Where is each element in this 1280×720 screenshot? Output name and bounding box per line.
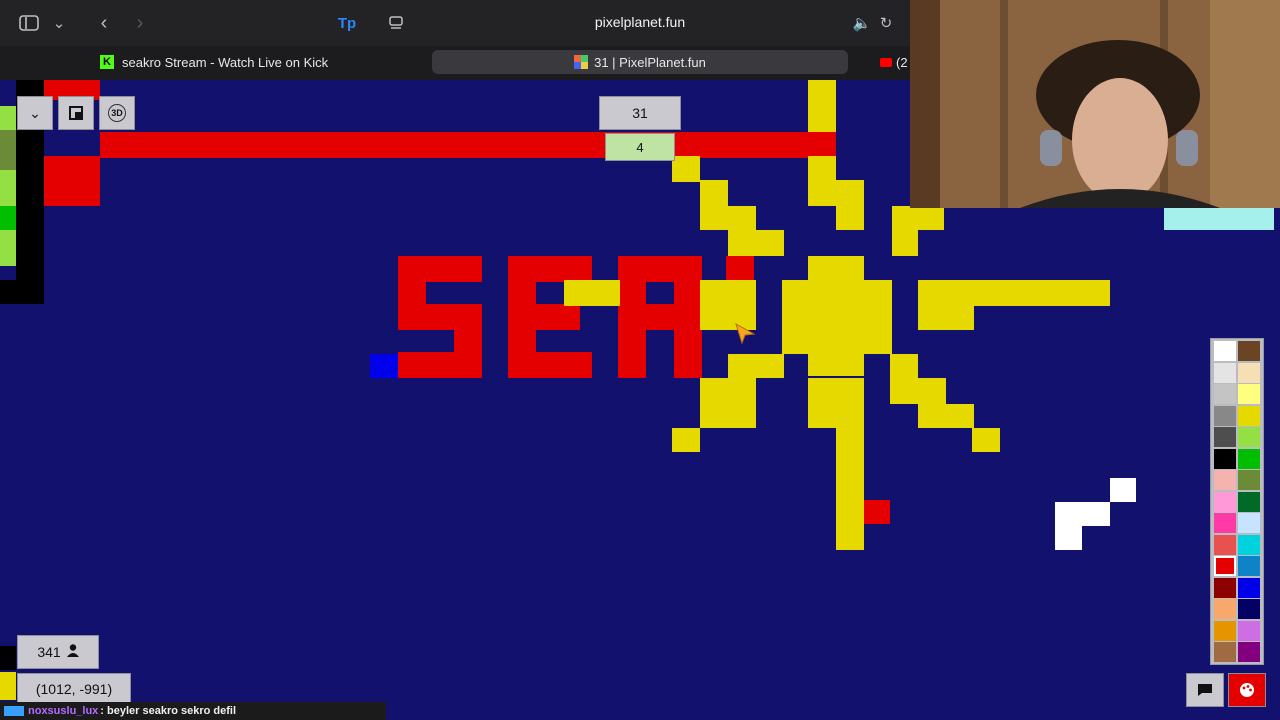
color-swatch[interactable] [1238,448,1260,469]
tab-label: 31 | PixelPlanet.fun [594,54,706,70]
online-users-count: 341 [37,644,61,660]
extension-icon[interactable]: Tp [337,12,357,34]
reader-icon[interactable] [386,13,406,33]
color-swatch[interactable] [1214,534,1236,555]
pixel-block [1164,208,1274,230]
chat-username: noxsuslu_lux [28,705,99,717]
color-swatch[interactable] [1238,362,1260,383]
color-swatch[interactable] [1238,534,1260,555]
color-swatch[interactable] [1214,491,1236,512]
color-swatch[interactable] [1238,556,1260,576]
chat-button[interactable] [1186,673,1224,707]
color-swatch[interactable] [1214,405,1236,426]
color-swatch[interactable] [1214,448,1236,469]
webcam-overlay [910,0,1280,208]
top-counter: 31 [599,96,681,130]
tab-label: seakro Stream - Watch Live on Kick [122,54,329,70]
color-swatch[interactable] [1238,384,1260,404]
tab-kick[interactable]: K seakro Stream - Watch Live on Kick [100,50,420,74]
pixel-block [0,206,16,230]
palette-icon [1240,683,1254,697]
online-users-box: 341 [17,635,99,669]
chat-badge-icon [4,706,24,716]
color-swatch[interactable] [1214,341,1236,361]
color-swatch[interactable] [1214,577,1236,598]
pixel-block [0,672,16,700]
pixel-block [0,646,16,670]
color-swatch[interactable] [1214,427,1236,447]
chat-message: noxsuslu_lux : beyler seakro sekro defil [0,702,386,720]
pixel-block [44,156,100,206]
coordinates-display: (1012, -991) [17,673,131,705]
chevron-down-icon[interactable]: ⌄ [50,13,68,33]
tab-youtube[interactable]: (2 [880,50,910,74]
pixel-block [1055,502,1110,526]
color-swatch[interactable] [1214,362,1236,383]
kick-icon: K [100,55,114,69]
yellow-bar [564,280,620,306]
pixel-block [0,280,44,304]
color-swatch[interactable] [1238,620,1260,641]
address-bar[interactable]: pixelplanet.fun [560,14,720,32]
reload-icon[interactable]: ↻ [876,13,896,33]
color-swatch[interactable] [1214,384,1236,404]
color-swatch[interactable] [1238,341,1260,361]
pixel-block [1055,526,1082,550]
color-swatch[interactable] [1238,470,1260,490]
color-swatch[interactable] [1238,405,1260,426]
color-swatch[interactable] [1238,491,1260,512]
tab-label: (2 [896,54,908,70]
cursor-icon [735,322,756,345]
3d-icon: 3D [108,104,126,122]
color-swatch[interactable] [1214,470,1236,490]
color-swatch[interactable] [1238,642,1260,662]
blue-pixel [370,354,398,378]
youtube-icon [880,57,892,67]
color-swatch[interactable] [1214,642,1236,662]
color-swatch-selected[interactable] [1214,556,1236,576]
color-swatch[interactable] [1238,427,1260,447]
streamer-webcam [910,0,1280,208]
palette-toggle-button[interactable] [1228,673,1266,707]
color-swatch[interactable] [1214,513,1236,533]
speaker-icon[interactable]: 🔈 [852,13,872,33]
tab-pixelplanet[interactable]: 31 | PixelPlanet.fun [432,50,848,74]
color-swatch[interactable] [1214,599,1236,619]
color-palette [1210,338,1264,665]
pixel-block [0,130,16,170]
color-swatch[interactable] [1238,577,1260,598]
pixel-block [1110,478,1136,502]
color-swatch[interactable] [1214,620,1236,641]
cooldown-counter: 4 [605,133,675,161]
color-swatch[interactable] [1238,599,1260,619]
canvas-select-button[interactable] [58,96,94,130]
chat-text: : beyler seakro sekro defil [100,705,237,717]
chat-icon [1198,684,1212,696]
back-icon[interactable]: ‹ [92,11,116,35]
color-swatch[interactable] [1238,513,1260,533]
forward-icon[interactable]: › [128,11,152,35]
pixelplanet-icon [574,55,589,69]
letter-e [508,256,592,378]
letter-s [398,256,482,378]
menu-toggle-button[interactable]: ⌄ [17,96,53,130]
browser-toolbar: ⌄ ‹ › Tp pixelplanet.fun 🔈 ↻ [0,0,910,46]
user-icon [66,644,79,660]
sidebar-icon[interactable] [18,13,40,33]
canvas-icon [69,106,83,120]
3d-view-button[interactable]: 3D [99,96,135,130]
